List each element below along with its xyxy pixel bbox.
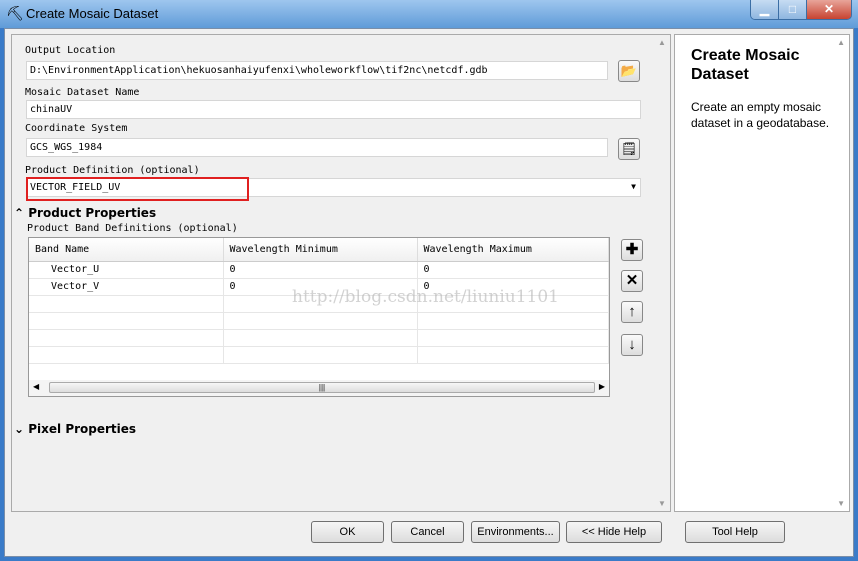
- band-definitions-table[interactable]: Band Name Wavelength Minimum Wavelength …: [28, 237, 610, 397]
- highlight-box: [26, 177, 249, 201]
- tool-help-button[interactable]: Tool Help: [685, 521, 785, 543]
- tool-hammer-icon: ⛏: [6, 5, 24, 21]
- window-title: Create Mosaic Dataset: [26, 6, 159, 21]
- scroll-down-icon[interactable]: ▼: [837, 499, 845, 508]
- scroll-down-icon[interactable]: ▼: [658, 499, 666, 508]
- column-header[interactable]: Wavelength Minimum: [223, 238, 418, 262]
- help-panel: Create Mosaic Dataset Create an empty mo…: [674, 34, 850, 512]
- maximize-button[interactable]: □: [779, 0, 807, 19]
- help-title: Create Mosaic Dataset: [691, 47, 800, 83]
- help-text: Create an empty mosaic dataset in a geod…: [691, 100, 830, 130]
- spatial-reference-properties-icon[interactable]: 🗒: [618, 138, 640, 160]
- move-down-button[interactable]: ↓: [621, 334, 643, 356]
- dataset-name-label: Mosaic Dataset Name: [25, 87, 140, 98]
- coordinate-system-input[interactable]: GCS_WGS_1984: [26, 138, 608, 157]
- scroll-left-icon[interactable]: ◀: [33, 382, 39, 391]
- environments-button[interactable]: Environments...: [471, 521, 560, 543]
- scrollbar-thumb[interactable]: |||: [49, 382, 595, 393]
- cancel-button[interactable]: Cancel: [391, 521, 464, 543]
- vertical-scrollbar[interactable]: ▲ ▼: [654, 35, 670, 511]
- output-location-input[interactable]: D:\EnvironmentApplication\hekuosanhaiyuf…: [26, 61, 608, 80]
- close-button[interactable]: ✕: [807, 0, 851, 19]
- ok-button[interactable]: OK: [311, 521, 384, 543]
- parameters-panel[interactable]: Output Location D:\EnvironmentApplicatio…: [11, 34, 671, 512]
- band-definitions-label: Product Band Definitions (optional): [27, 223, 238, 234]
- add-row-button[interactable]: ✚: [621, 239, 643, 261]
- remove-row-button[interactable]: ✕: [621, 270, 643, 292]
- table-row[interactable]: Vector_U 0 0: [29, 261, 609, 279]
- browse-folder-icon[interactable]: 📂: [618, 60, 640, 82]
- scroll-up-icon[interactable]: ▲: [837, 38, 845, 47]
- watermark: http://blog.csdn.net/liuniu1101: [292, 287, 559, 307]
- hide-help-button[interactable]: << Hide Help: [566, 521, 662, 543]
- minimize-button[interactable]: ▁: [751, 0, 779, 19]
- horizontal-scrollbar[interactable]: ◀ ||| ▶: [29, 380, 609, 396]
- move-up-button[interactable]: ↑: [621, 301, 643, 323]
- table-row[interactable]: [29, 312, 609, 330]
- collapse-icon: ⌃: [14, 206, 29, 220]
- coordinate-system-label: Coordinate System: [25, 123, 128, 134]
- expand-icon: ⌄: [14, 422, 29, 436]
- column-header[interactable]: Band Name: [29, 238, 224, 262]
- product-definition-label: Product Definition (optional): [25, 165, 200, 176]
- output-location-label: Output Location: [25, 45, 116, 56]
- title-bar: ⛏ Create Mosaic Dataset ▁ □ ✕: [0, 0, 858, 28]
- dialog-body: Output Location D:\EnvironmentApplicatio…: [4, 28, 854, 557]
- pixel-properties-header[interactable]: ⌄ Pixel Properties: [14, 422, 136, 436]
- scroll-right-icon[interactable]: ▶: [599, 382, 605, 391]
- dataset-name-input[interactable]: chinaUV: [26, 100, 641, 119]
- scroll-up-icon[interactable]: ▲: [658, 38, 666, 47]
- table-row[interactable]: [29, 329, 609, 347]
- product-properties-header[interactable]: ⌃ Product Properties: [14, 206, 156, 220]
- column-header[interactable]: Wavelength Maximum: [417, 238, 609, 262]
- table-row[interactable]: [29, 346, 609, 364]
- chevron-down-icon: ▼: [631, 182, 636, 191]
